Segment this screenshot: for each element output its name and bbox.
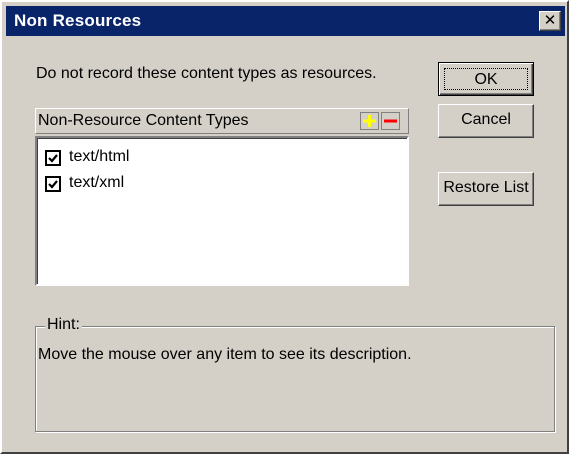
close-icon: ✕ [543,12,557,29]
minus-icon [384,119,397,123]
checkmark-icon [48,180,58,189]
close-button[interactable]: ✕ [539,11,561,31]
item-label: text/html [69,148,130,165]
hint-group: Hint: Move the mouse over any item to se… [35,316,555,432]
item-checkbox[interactable] [45,150,61,166]
description-text: Do not record these content types as res… [36,65,377,82]
plus-icon [363,115,376,127]
hint-legend: Hint: [45,316,82,334]
checkmark-icon [48,154,58,163]
cancel-button[interactable]: Cancel [438,104,534,138]
add-item-button[interactable] [360,112,379,130]
item-label: text/xml [69,174,125,191]
ok-button-label: OK [444,68,528,90]
restore-list-button[interactable]: Restore List [438,172,534,206]
list-header: Non-Resource Content Types [35,108,409,134]
hint-text: Move the mouse over any item to see its … [38,346,412,363]
list-header-label: Non-Resource Content Types [38,112,249,129]
dialog-title: Non Resources [14,11,142,30]
content-types-list[interactable]: text/html text/xml [35,136,409,286]
title-bar: Non Resources ✕ [6,6,565,36]
ok-button[interactable]: OK [438,62,534,96]
remove-item-button[interactable] [381,112,400,130]
item-checkbox[interactable] [45,176,61,192]
non-resources-dialog: Non Resources ✕ Do not record these cont… [0,0,569,454]
